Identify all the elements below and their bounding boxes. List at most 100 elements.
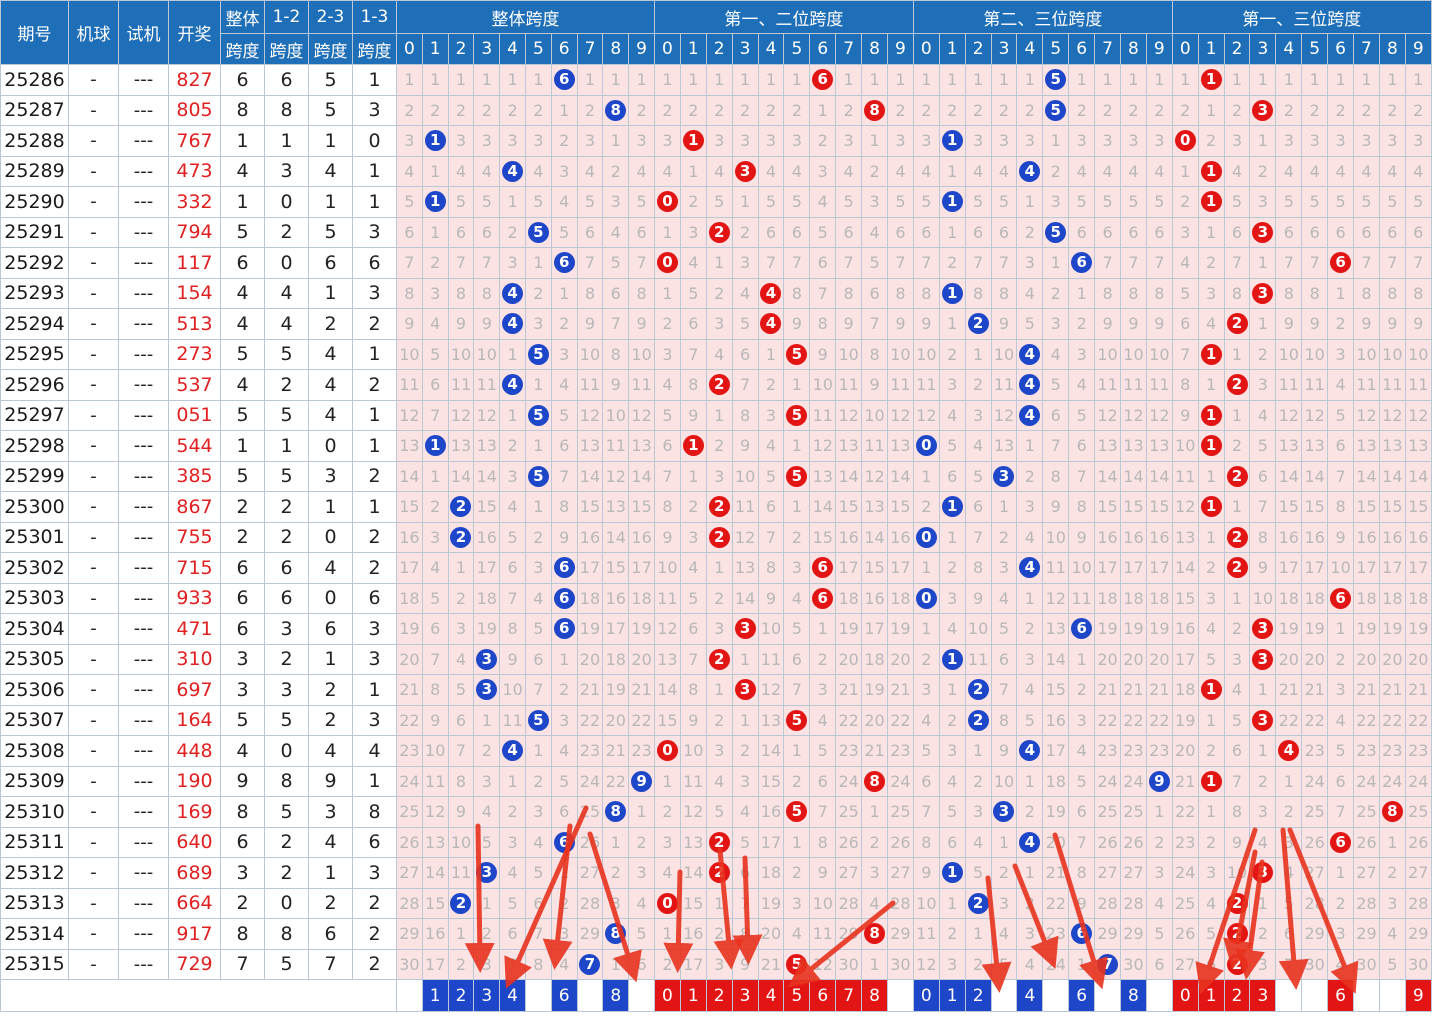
miss-count: 2 bbox=[783, 857, 811, 889]
span-value-cell: 5 bbox=[264, 338, 309, 370]
miss-count: 4 bbox=[524, 826, 552, 858]
miss-count: 10 bbox=[1120, 338, 1147, 370]
miss-count: 8 bbox=[912, 826, 940, 858]
hit-ball: 3 bbox=[731, 613, 759, 645]
miss-count: 12 bbox=[1378, 399, 1406, 431]
hit-ball: 4 bbox=[757, 308, 785, 340]
digit-header-g1-8: 8 bbox=[861, 33, 888, 65]
miss-count: 8 bbox=[964, 552, 992, 584]
hit-ball-number: 2 bbox=[1226, 923, 1248, 945]
hit-ball: 2 bbox=[964, 674, 992, 706]
span-value-cell: 5 bbox=[264, 399, 309, 431]
miss-count: 19 bbox=[628, 613, 655, 645]
miss-count: 29 bbox=[1404, 918, 1432, 950]
miss-count: 2 bbox=[1197, 247, 1225, 279]
hit-ball-number: 2 bbox=[1226, 557, 1248, 579]
hit-ball: 2 bbox=[1223, 918, 1251, 950]
miss-count: 16 bbox=[1120, 521, 1147, 553]
summary-digit: 2 bbox=[1223, 979, 1251, 1012]
miss-count: 23 bbox=[1378, 735, 1406, 767]
miss-count: 3 bbox=[1120, 125, 1147, 157]
miss-count: 1 bbox=[1120, 64, 1147, 96]
miss-count: 5 bbox=[602, 247, 630, 279]
miss-count: 4 bbox=[912, 704, 940, 736]
draw-cell: 154 bbox=[168, 277, 221, 309]
machine-cell: - bbox=[68, 704, 119, 736]
miss-count: 16 bbox=[1042, 704, 1070, 736]
miss-count: 18 bbox=[396, 582, 423, 614]
miss-count: 19 bbox=[602, 674, 630, 706]
digit-header-g0-2: 2 bbox=[447, 33, 475, 65]
span-value-cell: 1 bbox=[308, 186, 353, 218]
miss-count: 7 bbox=[1120, 247, 1147, 279]
digit-header-g1-9: 9 bbox=[886, 33, 914, 65]
miss-count: 4 bbox=[1068, 369, 1096, 401]
miss-count: 9 bbox=[861, 369, 888, 401]
miss-count: 13 bbox=[653, 643, 681, 675]
miss-count: 5 bbox=[1378, 186, 1406, 218]
miss-count: 5 bbox=[1275, 186, 1303, 218]
miss-count: 8 bbox=[783, 277, 811, 309]
table-row: 25308- --- 448 4 0 4 4 23 10 7 2 4 1 4 23 21 23 0 10 3 2 14 1 5… bbox=[0, 735, 1432, 767]
span-value-cell: 3 bbox=[352, 216, 397, 248]
machine-cell: - bbox=[68, 796, 119, 828]
miss-count: 10 bbox=[499, 674, 526, 706]
miss-count: 29 bbox=[835, 918, 863, 950]
miss-count: 3 bbox=[1404, 125, 1432, 157]
miss-count: 10 bbox=[473, 338, 501, 370]
miss-count: 12 bbox=[886, 399, 914, 431]
hit-ball: 9 bbox=[1145, 765, 1173, 797]
header-span-13: 1-3 bbox=[352, 0, 397, 34]
miss-count: 13 bbox=[602, 491, 630, 523]
miss-count: 5 bbox=[705, 796, 733, 828]
miss-count: 6 bbox=[809, 765, 837, 797]
miss-count: 5 bbox=[1145, 186, 1173, 218]
miss-count: 19 bbox=[1094, 613, 1121, 645]
span-value-cell: 9 bbox=[308, 765, 353, 797]
miss-count: 6 bbox=[1327, 765, 1355, 797]
miss-count: 2 bbox=[1275, 796, 1303, 828]
trial-cell: --- bbox=[118, 857, 169, 889]
miss-count: 2 bbox=[990, 857, 1018, 889]
miss-count: 3 bbox=[886, 125, 914, 157]
miss-count: 19 bbox=[1120, 613, 1147, 645]
trial-cell: --- bbox=[118, 64, 169, 96]
miss-count: 2 bbox=[1197, 735, 1225, 767]
miss-count: 11 bbox=[396, 369, 423, 401]
miss-count: 6 bbox=[1120, 216, 1147, 248]
hit-ball-number: 0 bbox=[656, 191, 678, 213]
table-row: 25291- --- 794 5 2 5 3 6 1 6 6 2 5 5 6 4 6 1 3 2 2 6 6 5 6 4 6 6 1 6 6… bbox=[0, 216, 1432, 248]
miss-count: 20 bbox=[576, 643, 604, 675]
machine-cell: - bbox=[68, 613, 119, 645]
miss-count: 3 bbox=[861, 186, 888, 218]
miss-count: 13 bbox=[1171, 521, 1199, 553]
miss-count: 6 bbox=[1223, 735, 1251, 767]
hit-ball-number: 3 bbox=[476, 648, 498, 670]
hit-ball-number: 3 bbox=[734, 679, 756, 701]
miss-count: 3 bbox=[912, 125, 940, 157]
period-cell: 25296 bbox=[0, 369, 69, 401]
miss-count: 8 bbox=[1042, 460, 1070, 492]
miss-count: 12 bbox=[861, 460, 888, 492]
miss-count: 1 bbox=[1016, 582, 1044, 614]
miss-count: 13 bbox=[1378, 430, 1406, 462]
miss-count: 2 bbox=[421, 247, 449, 279]
miss-count: 10 bbox=[1068, 552, 1096, 584]
span-value-cell: 5 bbox=[264, 704, 309, 736]
hit-ball-number: 2 bbox=[450, 526, 472, 548]
miss-count: 5 bbox=[628, 918, 655, 950]
miss-count: 6 bbox=[421, 613, 449, 645]
miss-count: 13 bbox=[1301, 430, 1329, 462]
miss-count: 5 bbox=[757, 186, 785, 218]
period-cell: 25291 bbox=[0, 216, 69, 248]
miss-count: 5 bbox=[705, 186, 733, 218]
miss-count: 4 bbox=[964, 826, 992, 858]
miss-count: 9 bbox=[1094, 308, 1121, 340]
miss-count: 13 bbox=[473, 430, 501, 462]
miss-count: 1 bbox=[524, 735, 552, 767]
miss-count: 1 bbox=[705, 247, 733, 279]
miss-count: 2 bbox=[938, 247, 966, 279]
hit-ball: 2 bbox=[705, 369, 733, 401]
miss-count: 7 bbox=[653, 460, 681, 492]
miss-count: 8 bbox=[1353, 277, 1380, 309]
